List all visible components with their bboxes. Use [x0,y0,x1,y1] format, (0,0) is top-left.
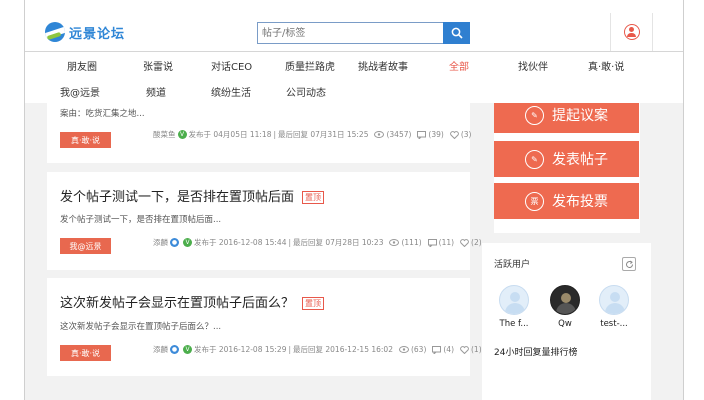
user-name: The f... [499,319,529,329]
nav-item-news[interactable]: 公司动态 [286,84,326,99]
avatar [599,285,629,315]
post-meta: 酸菜鱼 V 发布于 04月05日 11:18 | 最后回复 07月31日 15:… [153,129,472,140]
search-icon [451,27,463,39]
post-author[interactable]: 添麟 [153,344,168,355]
search-input[interactable] [257,22,443,44]
post-author[interactable]: 酸菜鱼 [153,129,176,140]
pencil-icon: ✎ [525,149,544,169]
post-last-reply: 最后回复 07月31日 15:25 [278,130,369,139]
post-title-row: 发个帖子测试一下，是否排在置顶帖后面 置顶 [60,186,325,205]
post-last-reply: 最后回复 2016-12-15 16:02 [293,345,393,354]
comment-icon [432,345,442,354]
heart-icon [460,238,469,247]
avatar [550,285,580,315]
logo-text: 远景论坛 [69,26,126,42]
nav-item-life[interactable]: 缤纷生活 [211,84,251,99]
view-count: (63) [410,345,427,354]
site-header: 远景论坛 [25,0,683,52]
verified-icon: V [177,130,187,139]
nav-item-quality[interactable]: 质量拦路虎 [285,58,335,73]
comment-count: (39) [428,130,444,139]
user-menu[interactable] [610,13,653,51]
user-icon [623,24,640,40]
post-card[interactable]: 这次新发帖子会显示在置顶帖子后面么？ 置顶 这次新发帖子会显示在置顶帖子后面么？.… [47,278,482,376]
user-name: Qw [558,319,572,329]
site-logo[interactable]: 远景论坛 [45,22,125,42]
comment-count: (11) [438,238,455,247]
pinned-badge: 置顶 [302,191,325,204]
like-count: (2) [471,238,482,247]
category-nav: 朋友圈 张雷说 对话CEO 质量拦路虎 挑战者故事 全部 找伙伴 真·敢·说 我… [25,52,683,103]
verified-icon: V [183,238,192,247]
propose-button[interactable]: ✎ 提起议案 [494,103,639,133]
post-date: 发布于 04月05日 11:18 [188,130,272,139]
active-users-title: 活跃用户 [494,260,531,270]
post-excerpt: 这次新发帖子会显示在置顶帖子后面么？... [60,322,222,332]
comment-icon [427,238,437,247]
post-date: 发布于 2016-12-08 15:29 [194,345,287,354]
post-card[interactable]: 发个帖子测试一下，是否排在置顶帖后面 置顶 发个帖子测试一下，是否排在置顶帖后面.… [47,172,482,270]
new-post-button[interactable]: ✎ 发表帖子 [494,141,639,177]
search-button[interactable] [443,22,470,44]
sidebar-actions: ✎ 提起议案 ✎ 发表帖子 票 发布投票 [494,103,640,233]
heart-icon [460,345,469,354]
post-meta: 添麟 ● V 发布于 2016-12-08 15:29 | 最后回复 2016-… [153,344,482,355]
logo-icon [45,22,65,42]
member-icon: ● [170,345,179,354]
main-content: 案由：吃货汇集之地... 真·敢·说 酸菜鱼 V 发布于 04月05日 11:1… [25,103,683,400]
refresh-icon [625,260,633,268]
post-title[interactable]: 这次新发帖子会显示在置顶帖子后面么？ [60,296,294,311]
nav-item-all[interactable]: 全部 [449,58,469,73]
nav-item-me-at[interactable]: 我@远景 [60,84,100,99]
post-card[interactable]: 案由：吃货汇集之地... 真·敢·说 酸菜鱼 V 发布于 04月05日 11:1… [47,103,472,163]
browser-frame: 远景论坛 朋友圈 张雷说 对话CEO 质量拦路虎 挑战者故事 全部 找伙伴 真·… [24,0,684,400]
ranking-title: 24小时回复量排行榜 [494,348,578,358]
member-icon: ● [170,238,179,247]
nav-item-friends[interactable]: 朋友圈 [67,58,97,73]
nav-item-partner[interactable]: 找伙伴 [518,58,548,73]
search-bar [257,22,470,44]
view-count: (111) [401,238,422,247]
post-title-row: 这次新发帖子会显示在置顶帖子后面么？ 置顶 [60,292,325,311]
post-tag[interactable]: 真·敢·说 [60,132,111,148]
nav-item-ceo[interactable]: 对话CEO [211,58,252,73]
vote-icon: 票 [525,191,544,211]
like-count: (1) [471,345,482,354]
refresh-button[interactable] [622,257,636,271]
user-name: test-... [600,319,628,329]
comment-count: (4) [443,345,454,354]
post-excerpt: 案由：吃货汇集之地... [60,109,145,119]
post-title[interactable]: 发个帖子测试一下，是否排在置顶帖后面 [60,190,294,205]
post-author[interactable]: 添麟 [153,237,168,248]
nav-item-zhanglei[interactable]: 张雷说 [143,58,173,73]
post-tag[interactable]: 真·敢·说 [60,345,111,361]
active-user[interactable]: Qw [545,285,585,329]
eye-icon [374,131,385,138]
like-count: (3) [460,130,472,139]
comment-icon [417,130,427,139]
active-users-panel: 活跃用户 The f... Qw test-... 24小时回复量排行榜 [482,243,651,400]
propose-label: 提起议案 [552,108,608,124]
active-user[interactable]: test-... [594,285,634,329]
post-excerpt: 发个帖子测试一下，是否排在置顶帖后面... [60,215,222,225]
nav-item-challenger[interactable]: 挑战者故事 [358,58,408,73]
pinned-badge: 置顶 [302,297,325,310]
verified-icon: V [183,345,192,354]
eye-icon [389,239,400,246]
avatar [499,285,529,315]
pencil-icon: ✎ [525,105,544,125]
view-count: (3457) [386,130,412,139]
heart-icon [449,130,459,139]
new-vote-label: 发布投票 [552,194,608,210]
nav-item-channel[interactable]: 频道 [146,84,166,99]
active-user[interactable]: The f... [494,285,534,329]
nav-item-dare[interactable]: 真·敢·说 [588,58,624,73]
post-tag[interactable]: 我@远景 [60,238,111,254]
new-post-label: 发表帖子 [552,152,608,168]
post-meta: 添麟 ● V 发布于 2016-12-08 15:44 | 最后回复 07月28… [153,237,482,248]
post-last-reply: 最后回复 07月28日 10:23 [293,238,384,247]
new-vote-button[interactable]: 票 发布投票 [494,183,639,219]
post-date: 发布于 2016-12-08 15:44 [194,238,287,247]
eye-icon [398,346,409,353]
